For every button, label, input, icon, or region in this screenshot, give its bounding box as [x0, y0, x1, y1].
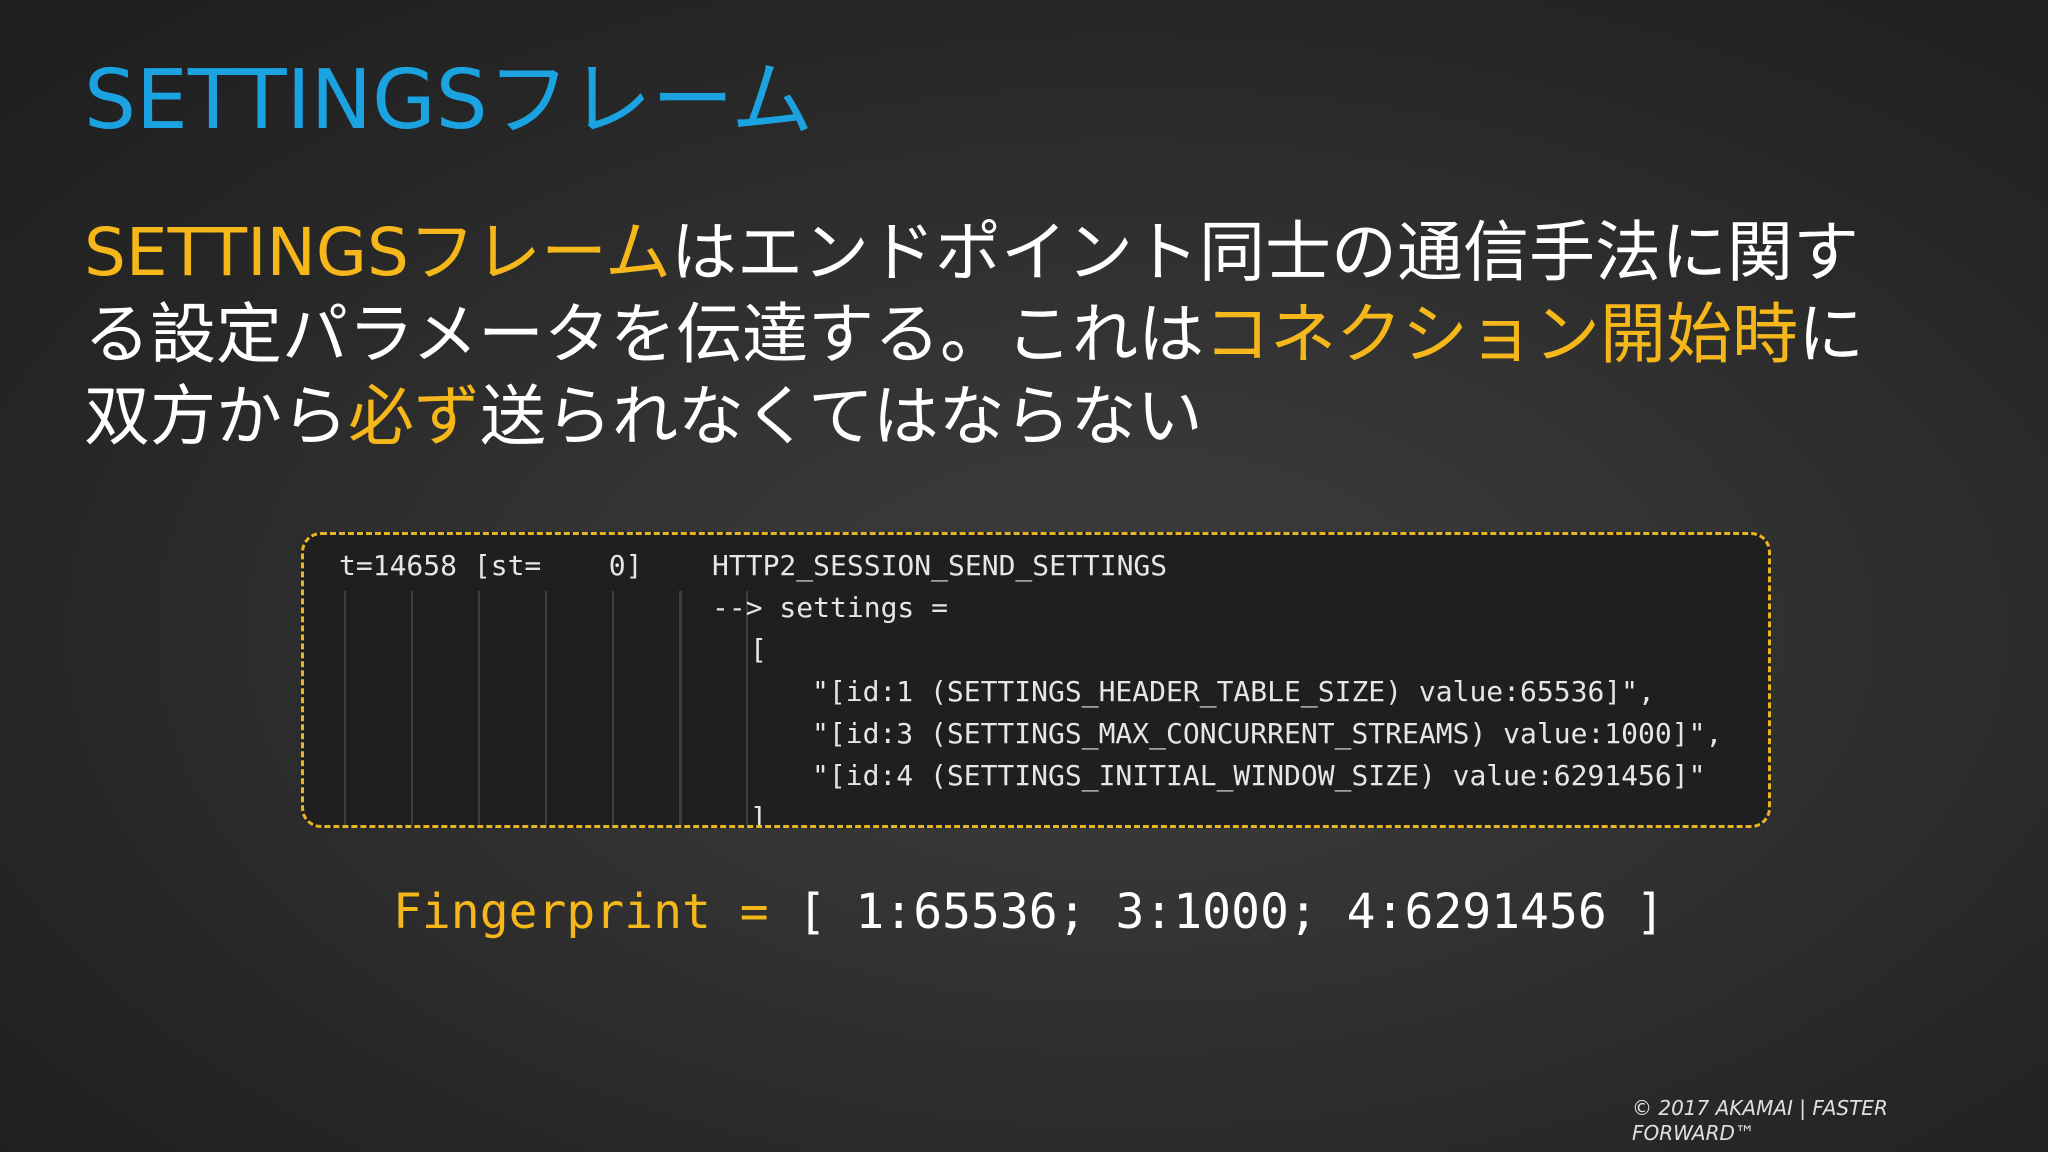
log-indent-line — [344, 591, 346, 825]
slide-title: SETTINGSフレーム — [84, 53, 814, 148]
body-highlight-connection-start: コネクション開始時 — [1204, 296, 1799, 373]
log-setting-entry: "[id:3 (SETTINGS_MAX_CONCURRENT_STREAMS)… — [812, 717, 1723, 750]
body-highlight-must: 必ず — [348, 378, 480, 455]
log-indent-line — [680, 591, 682, 825]
log-indent-line — [612, 591, 614, 825]
fingerprint-label: Fingerprint — [393, 884, 711, 940]
netlog-screenshot: t=14658 [st= 0] HTTP2_SESSION_SEND_SETTI… — [301, 532, 1771, 828]
log-indent-line — [411, 591, 413, 825]
log-open-bracket: [ — [750, 633, 767, 666]
log-timestamp: t=14658 [st= 0] — [339, 549, 643, 582]
log-event-name: HTTP2_SESSION_SEND_SETTINGS — [712, 549, 1168, 582]
log-indent-line — [478, 591, 480, 825]
body-highlight-settings-frame: SETTINGSフレーム — [84, 214, 671, 291]
log-indent-line — [746, 663, 748, 811]
fingerprint-equals: = — [710, 884, 798, 940]
log-close-bracket: ] — [750, 801, 767, 828]
fingerprint-value: [ 1:65536; 3:1000; 4:6291456 ] — [797, 884, 1665, 940]
body-text-part: 送られなくてはならない — [480, 378, 1203, 455]
log-settings-line: --> settings = — [712, 591, 949, 624]
log-indent-line — [545, 591, 547, 825]
log-setting-entry: "[id:4 (SETTINGS_INITIAL_WINDOW_SIZE) va… — [812, 759, 1706, 792]
body-text: SETTINGSフレームはエンドポイント同士の通信手法に関する設定パラメータを伝… — [84, 212, 1884, 458]
fingerprint-line: Fingerprint = [ 1:65536; 3:1000; 4:62914… — [393, 882, 1665, 942]
log-setting-entry: "[id:1 (SETTINGS_HEADER_TABLE_SIZE) valu… — [812, 675, 1655, 708]
copyright-footer: © 2017 AKAMAI | FASTER FORWARD™ — [1632, 1096, 1888, 1145]
